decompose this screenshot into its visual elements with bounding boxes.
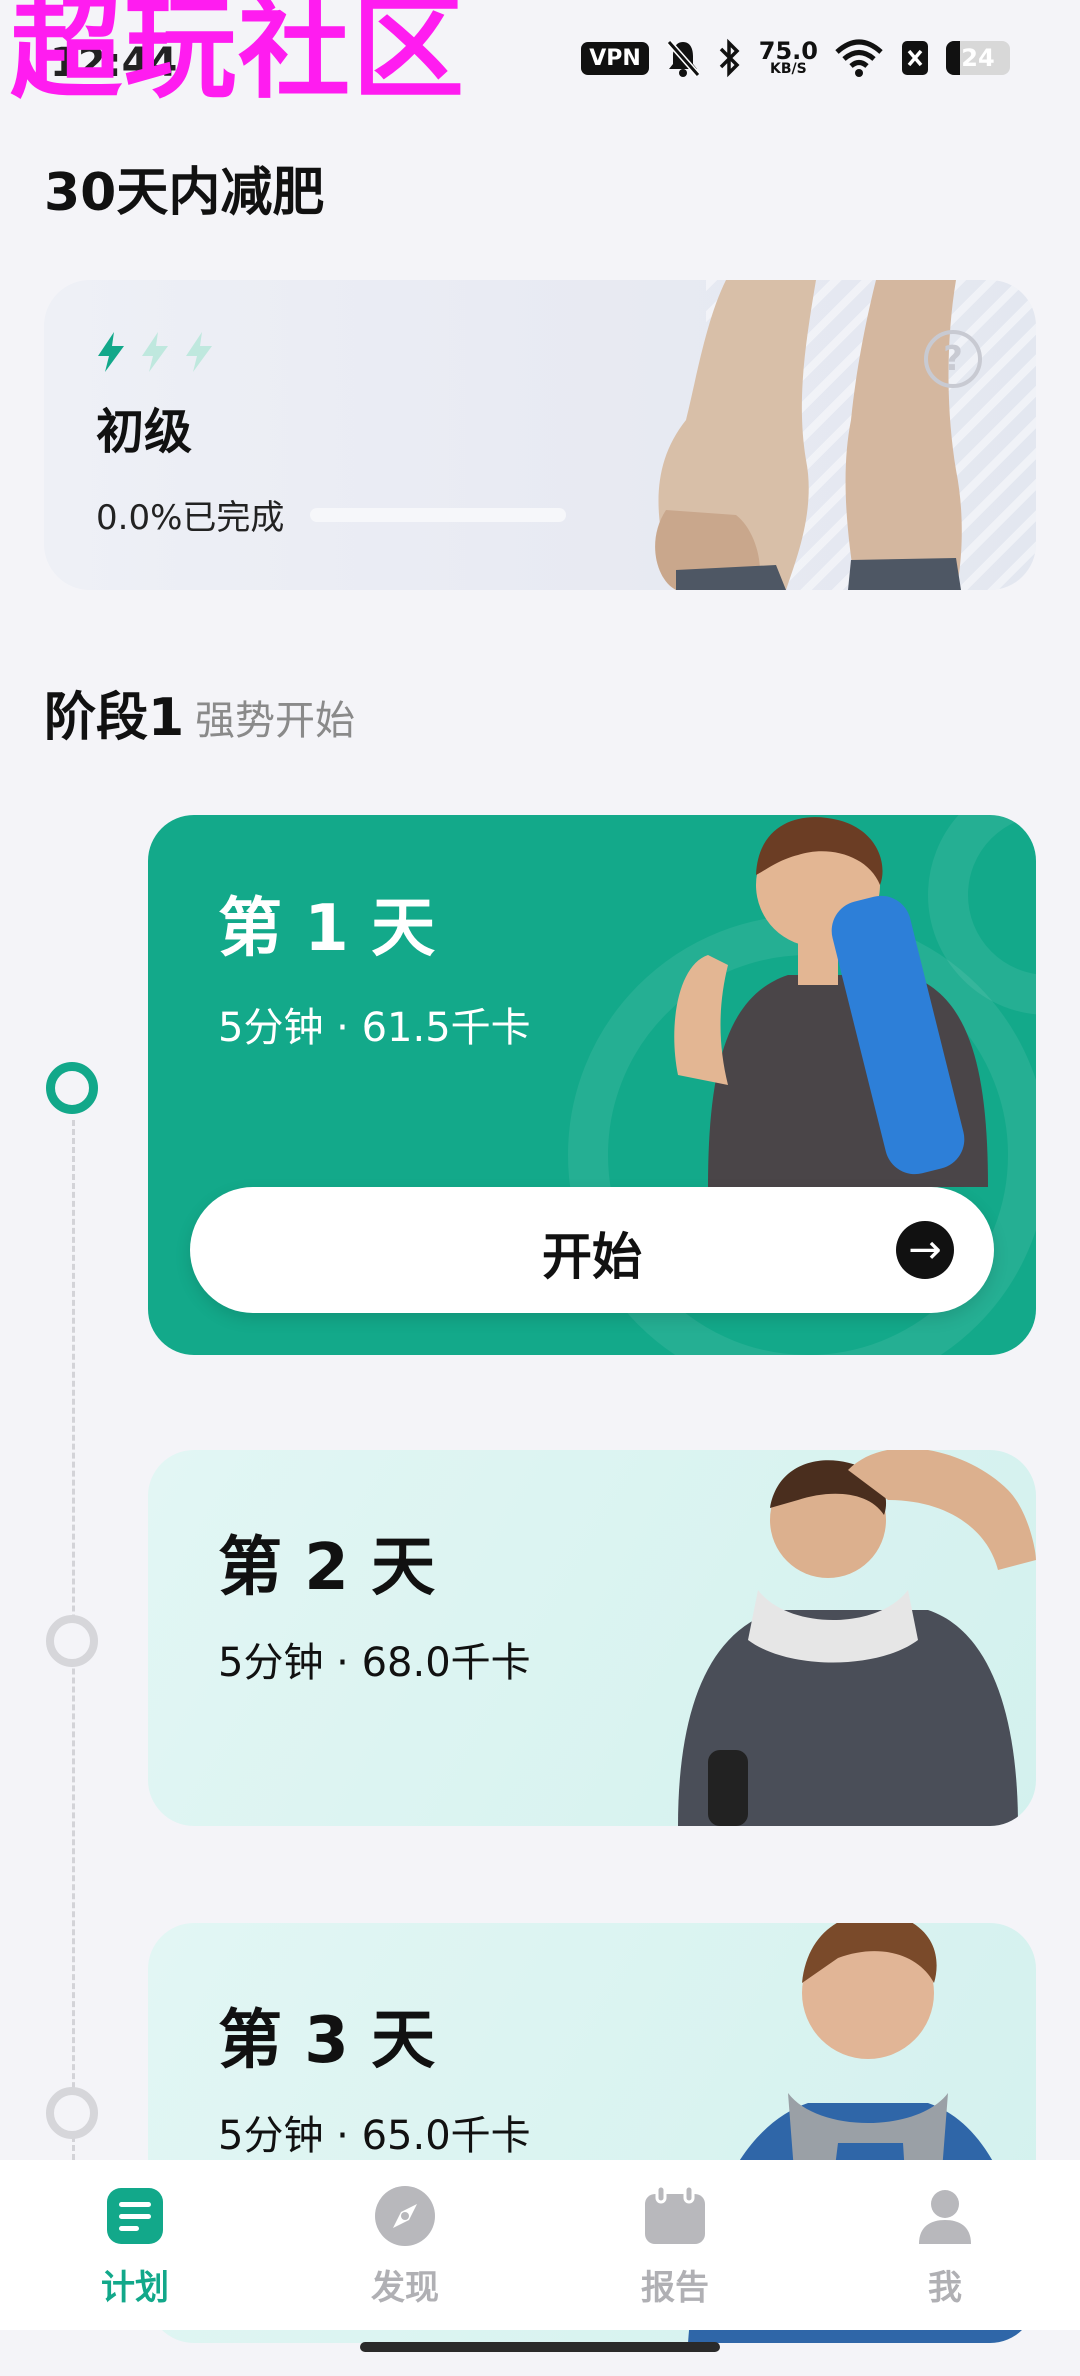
bolt-icon-filled xyxy=(98,332,124,372)
man-with-towel-image xyxy=(678,1450,1036,1826)
plan-list-icon xyxy=(107,2188,163,2244)
vpn-icon: VPN xyxy=(581,41,649,75)
level-card[interactable]: 初级 0.0%已完成 ? xyxy=(44,280,1036,590)
profile-icon xyxy=(919,2190,971,2244)
watermark-logo: 超玩社区 xyxy=(10,0,466,114)
bolt-icon-empty xyxy=(186,332,212,372)
start-button[interactable]: 开始 → xyxy=(190,1187,994,1313)
timeline-dot xyxy=(46,2087,98,2139)
before-after-body-image xyxy=(655,280,962,590)
bolt-icon-empty xyxy=(142,332,168,372)
timeline-dot-active xyxy=(46,1062,98,1114)
day-meta: 5分钟 · 65.0千卡 xyxy=(218,2113,531,2159)
bluetooth-icon xyxy=(719,38,740,78)
home-indicator[interactable] xyxy=(360,2342,720,2352)
wifi-icon xyxy=(835,39,883,77)
arrow-right-icon: → xyxy=(896,1221,954,1279)
network-speed: 75.0 KB/S xyxy=(759,39,818,75)
nav-item-me[interactable]: 我 xyxy=(810,2160,1080,2330)
man-with-yoga-mat-image xyxy=(674,817,988,1187)
nav-item-report[interactable]: 报告 xyxy=(540,2160,810,2330)
day-card-1[interactable]: 第 1 天 5分钟 · 61.5千卡 开始 → xyxy=(148,815,1036,1355)
nav-label: 发现 xyxy=(371,2268,439,2308)
nav-label: 计划 xyxy=(101,2268,169,2308)
compass-icon xyxy=(375,2186,435,2246)
question-circle-icon[interactable]: ? xyxy=(924,330,982,388)
bottom-nav: 计划 发现 报告 我 xyxy=(0,2160,1080,2330)
day-title: 第 1 天 xyxy=(218,892,436,966)
progress-bar xyxy=(310,508,566,522)
level-name: 初级 xyxy=(96,404,193,460)
start-button-label: 开始 xyxy=(542,1228,642,1286)
status-bar: 12:44 超玩社区 VPN 75.0 KB/S 24 xyxy=(0,0,1080,130)
battery-icon: 24 xyxy=(946,41,1010,75)
progress-text: 0.0%已完成 xyxy=(96,498,285,538)
stage-subtitle: 强势开始 xyxy=(195,698,355,744)
nav-item-plan[interactable]: 计划 xyxy=(0,2160,270,2330)
sim-off-icon xyxy=(902,41,928,75)
calendar-report-icon xyxy=(645,2184,705,2244)
day-card-2[interactable]: 第 2 天 5分钟 · 68.0千卡 xyxy=(148,1450,1036,1826)
nav-label: 报告 xyxy=(641,2268,709,2308)
nav-label: 我 xyxy=(928,2268,962,2308)
day-meta: 5分钟 · 68.0千卡 xyxy=(218,1640,531,1686)
day-title: 第 3 天 xyxy=(218,2004,436,2078)
nav-item-discover[interactable]: 发现 xyxy=(270,2160,540,2330)
timeline-dot xyxy=(46,1615,98,1667)
mute-bell-icon xyxy=(666,40,701,77)
battery-level: 24 xyxy=(961,44,995,72)
day-meta: 5分钟 · 61.5千卡 xyxy=(218,1005,531,1051)
page-title: 30天内减肥 xyxy=(44,163,325,223)
difficulty-bolts xyxy=(94,330,216,374)
day-title: 第 2 天 xyxy=(218,1531,436,1605)
status-icons: VPN 75.0 KB/S 24 xyxy=(581,38,1010,78)
stage-title: 阶段1 xyxy=(44,688,185,748)
